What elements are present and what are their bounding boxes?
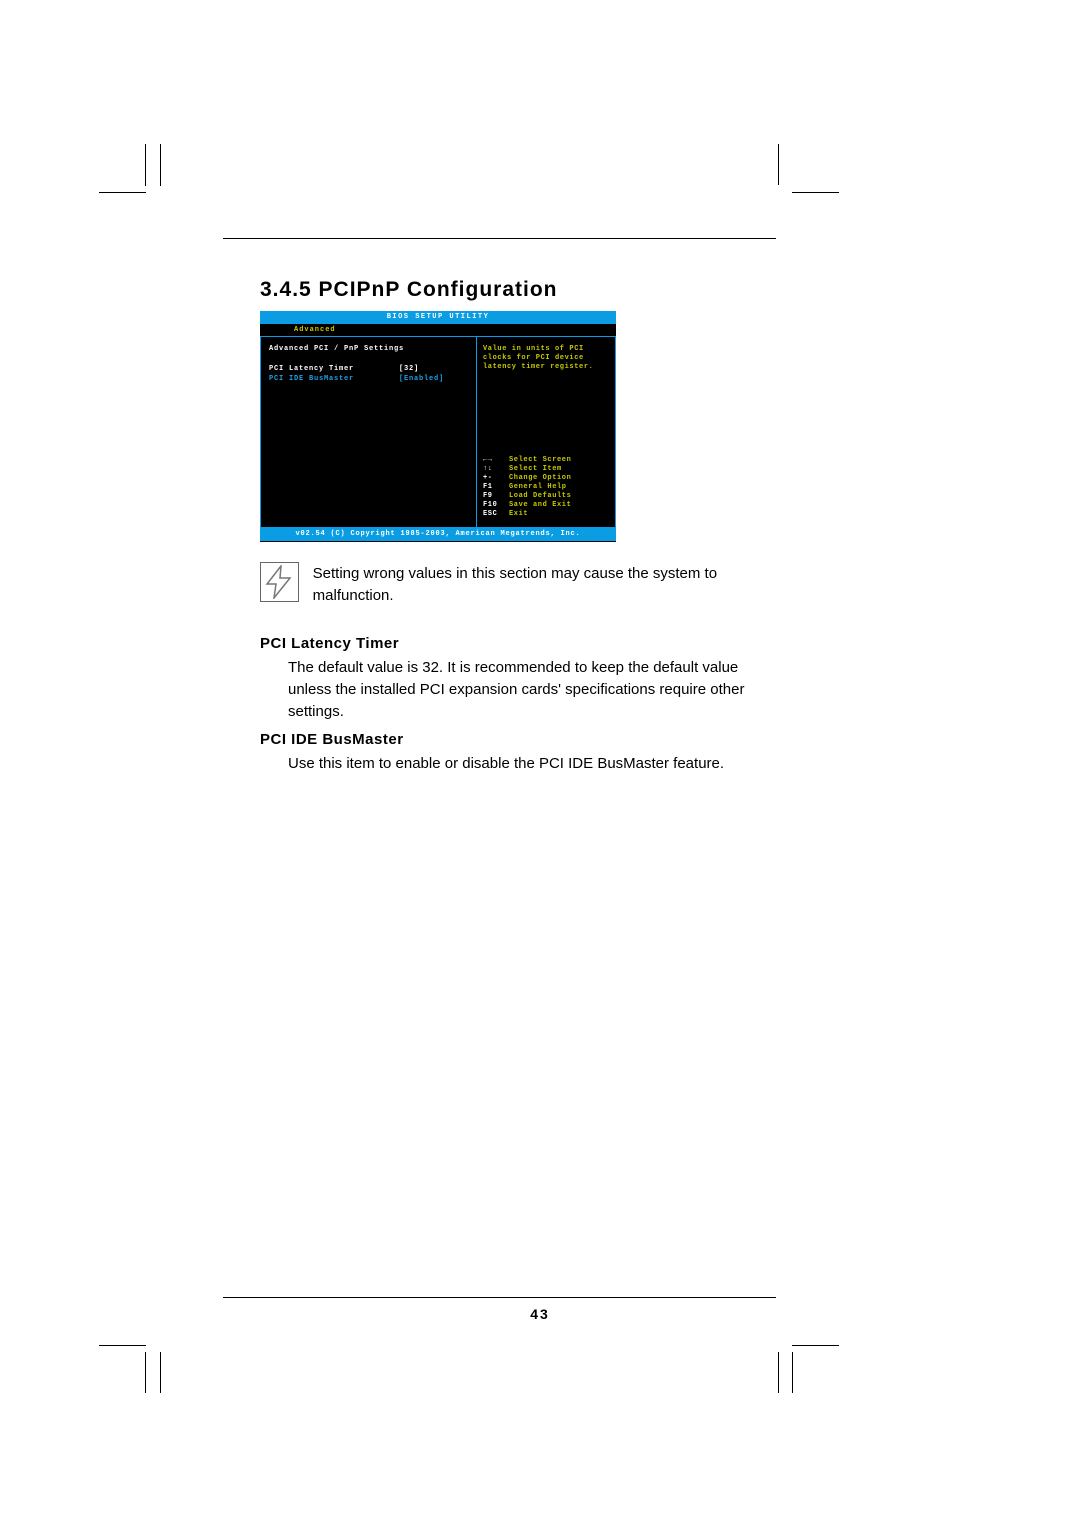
section-title: 3.4.5 PCIPnP Configuration (260, 278, 557, 302)
bios-body: Advanced PCI / PnP Settings PCI Latency … (260, 336, 616, 527)
bios-item-label: PCI IDE BusMaster (269, 374, 399, 384)
crop-mark (778, 144, 779, 185)
crop-mark (160, 144, 161, 186)
crop-mark (145, 1352, 146, 1393)
bios-nav-row: F1General Help (483, 483, 609, 492)
crop-mark (145, 144, 146, 186)
page-rule-top (223, 238, 776, 239)
bios-nav-action: Select Screen (509, 456, 571, 465)
warning-text: Setting wrong values in this section may… (313, 562, 740, 607)
crop-mark (778, 1352, 779, 1393)
bios-right-pane: Value in units of PCI clocks for PCI dev… (476, 337, 615, 527)
bios-nav-row: F10Save and Exit (483, 501, 609, 510)
bios-section-header: Advanced PCI / PnP Settings (261, 337, 476, 353)
bios-nav-row: ←→Select Screen (483, 456, 609, 465)
crop-mark (99, 1345, 146, 1346)
bios-title-bar: BIOS SETUP UTILITY (260, 311, 616, 324)
bios-nav: ←→Select Screen ↑↓Select Item +-Change O… (483, 456, 609, 519)
bios-footer: v02.54 (C) Copyright 1985-2003, American… (260, 527, 616, 541)
page: 3.4.5 PCIPnP Configuration BIOS SETUP UT… (0, 0, 1080, 1528)
bios-nav-key: ↑↓ (483, 465, 509, 474)
crop-mark (792, 1345, 839, 1346)
page-number: 43 (0, 1306, 1080, 1322)
bios-nav-key: F9 (483, 492, 509, 501)
lightning-icon (260, 562, 299, 602)
bios-nav-key: ESC (483, 510, 509, 519)
bios-nav-action: Save and Exit (509, 501, 571, 510)
bios-item-row: PCI Latency Timer [32] (261, 364, 476, 374)
page-rule-bottom (223, 1297, 776, 1298)
bios-nav-action: General Help (509, 483, 567, 492)
bios-nav-row: +-Change Option (483, 474, 609, 483)
bios-nav-action: Load Defaults (509, 492, 571, 501)
bios-item-label: PCI Latency Timer (269, 364, 399, 374)
bios-item-value: [32] (399, 364, 419, 374)
description-section: PCI Latency Timer The default value is 3… (260, 627, 780, 781)
description-heading: PCI IDE BusMaster (260, 729, 780, 751)
crop-mark (792, 192, 839, 193)
bios-nav-action: Change Option (509, 474, 571, 483)
description-body: The default value is 32. It is recommend… (288, 657, 780, 723)
bios-nav-action: Exit (509, 510, 528, 519)
bios-nav-key: F1 (483, 483, 509, 492)
bios-nav-row: ↑↓Select Item (483, 465, 609, 474)
description-heading: PCI Latency Timer (260, 633, 780, 655)
description-body: Use this item to enable or disable the P… (288, 753, 780, 775)
bios-nav-row: F9Load Defaults (483, 492, 609, 501)
bios-left-pane: Advanced PCI / PnP Settings PCI Latency … (261, 337, 476, 527)
crop-mark (99, 192, 146, 193)
bios-help-text: Value in units of PCI clocks for PCI dev… (477, 337, 615, 372)
crop-mark (160, 1352, 161, 1393)
bios-item-row: PCI IDE BusMaster [Enabled] (261, 374, 476, 384)
bios-tab: Advanced (260, 324, 616, 336)
bios-nav-key: +- (483, 474, 509, 483)
bios-nav-key: ←→ (483, 456, 509, 465)
bios-nav-key: F10 (483, 501, 509, 510)
bios-nav-row: ESCExit (483, 510, 609, 519)
crop-mark (792, 1352, 793, 1393)
bios-nav-action: Select Item (509, 465, 562, 474)
warning-block: Setting wrong values in this section may… (260, 562, 740, 607)
bios-screenshot: BIOS SETUP UTILITY Advanced Advanced PCI… (260, 311, 616, 542)
bios-item-value: [Enabled] (399, 374, 444, 384)
